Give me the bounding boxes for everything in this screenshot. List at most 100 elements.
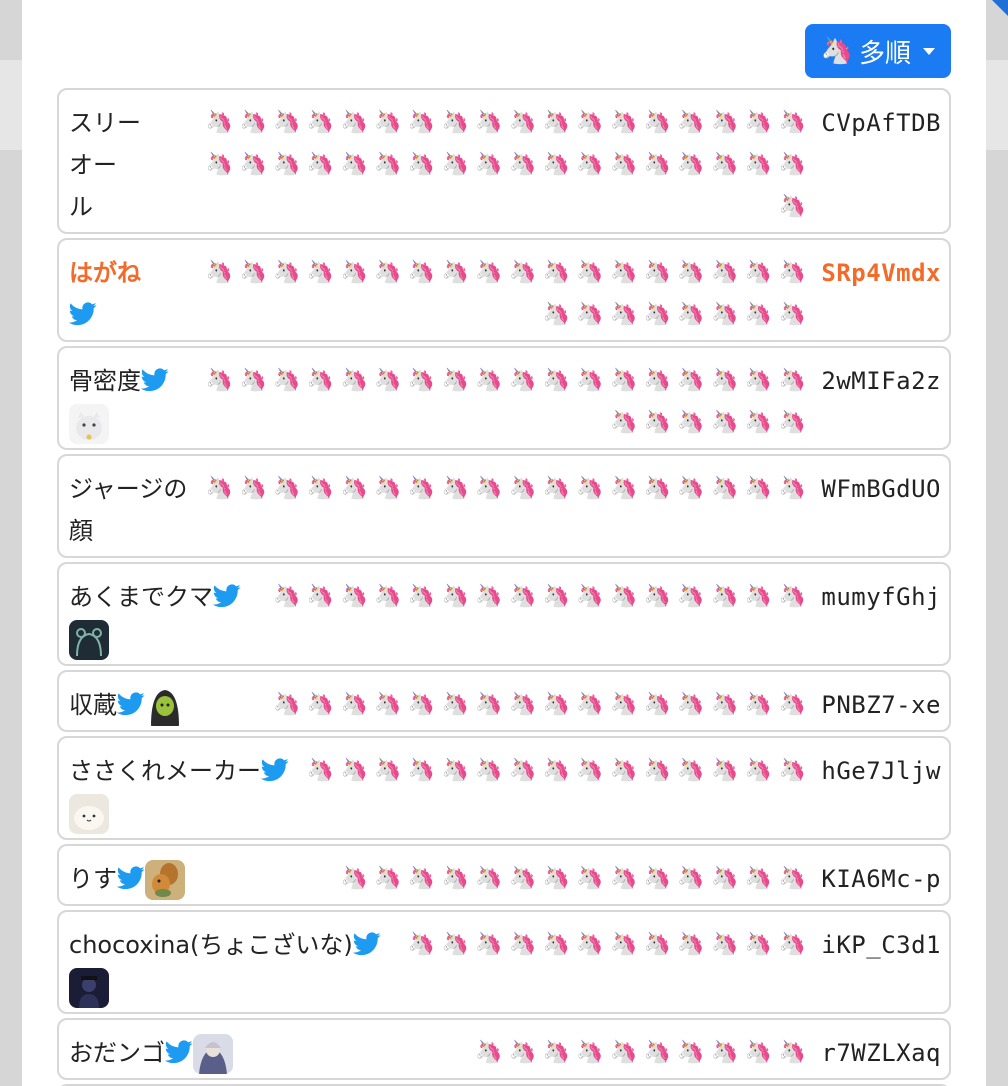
unicorn-icon: 🦄 bbox=[542, 260, 571, 285]
avatar bbox=[69, 620, 109, 660]
chevron-down-icon bbox=[923, 47, 935, 55]
unicorn-icon: 🦄 bbox=[778, 260, 806, 285]
unicorn-icon: 🦄 bbox=[441, 368, 469, 393]
unicorn-icon: 🦄 bbox=[778, 476, 806, 501]
unicorn-icon: 🦄 bbox=[273, 260, 301, 285]
unicorn-icon: 🦄 bbox=[610, 410, 638, 435]
unicorn-icon: 🦄 bbox=[441, 758, 469, 783]
unicorn-icon: 🦄 bbox=[374, 476, 402, 501]
unicorn-icon: 🦄 bbox=[711, 152, 739, 177]
user-name-line: スリー bbox=[69, 102, 141, 144]
unicorn-icon: 🦄 bbox=[744, 368, 773, 393]
unicorn-icon: 🦄 bbox=[711, 758, 739, 783]
unicorn-icon: 🦄 bbox=[677, 110, 705, 135]
unicorn-icon: 🦄 bbox=[374, 758, 402, 783]
twitter-icon[interactable] bbox=[68, 297, 97, 326]
unicorn-icon: 🦄 bbox=[744, 692, 773, 717]
unicorn-icon: 🦄 bbox=[306, 758, 335, 783]
unicorn-icon: 🦄 bbox=[576, 260, 604, 285]
unicorn-icon: 🦄 bbox=[576, 110, 604, 135]
unicorn-icon: 🦄 bbox=[407, 368, 436, 393]
unicorn-count: 🦄 🦄 🦄 🦄 🦄 🦄 🦄 🦄 🦄 🦄 bbox=[169, 1032, 809, 1074]
user-name: 骨密度 bbox=[69, 360, 169, 444]
unicorn-icon: 🦄 bbox=[677, 368, 705, 393]
unicorn-icon: 🦄 bbox=[576, 866, 604, 891]
unicorn-icon: 🦄 bbox=[677, 584, 705, 609]
user-name-line bbox=[69, 792, 289, 834]
unicorn-icon: 🦄 bbox=[542, 476, 571, 501]
unicorn-icon: 🦄 bbox=[374, 692, 402, 717]
user-name-line: ル bbox=[69, 186, 141, 228]
unicorn-icon: 🦄 bbox=[475, 584, 503, 609]
unicorn-icon: 🦄 bbox=[475, 476, 503, 501]
unicorn-icon: 🦄 bbox=[475, 110, 503, 135]
unicorn-icon: 🦄 bbox=[610, 932, 638, 957]
unicorn-count: 🦄 🦄 🦄 🦄 🦄 🦄 🦄 🦄 🦄 🦄 🦄 🦄 🦄 🦄 🦄 🦄 🦄 🦄 🦄 🦄 🦄 🦄 🦄 🦄 🦄 🦄 🦄 🦄 🦄 🦄 🦄 🦄 🦄 🦄 🦄 🦄 🦄 bbox=[169, 102, 809, 228]
unicorn-icon: 🦄 bbox=[744, 1040, 773, 1065]
unicorn-icon: 🦄 bbox=[820, 36, 853, 66]
unicorn-icon: 🦄 bbox=[340, 152, 368, 177]
unicorn-icon: 🦄 bbox=[306, 692, 335, 717]
unicorn-icon: 🦄 bbox=[306, 368, 335, 393]
unicorn-icon: 🦄 bbox=[677, 152, 705, 177]
list-item: おだンゴ 🦄 🦄 🦄 🦄 🦄 🦄 🦄 🦄 🦄 🦄 r7WZLXaq bbox=[57, 1018, 951, 1080]
user-code: KIA6Mc-p bbox=[821, 865, 941, 893]
unicorn-icon: 🦄 bbox=[273, 476, 301, 501]
user-name-text: オー bbox=[69, 151, 117, 179]
user-code: WFmBGdUO bbox=[821, 475, 941, 503]
unicorn-icon: 🦄 bbox=[508, 692, 537, 717]
unicorn-count: 🦄 🦄 🦄 🦄 🦄 🦄 🦄 🦄 🦄 🦄 🦄 🦄 🦄 🦄 bbox=[169, 858, 809, 900]
twitter-icon[interactable] bbox=[116, 687, 145, 716]
unicorn-icon: 🦄 bbox=[441, 110, 469, 135]
unicorn-icon: 🦄 bbox=[778, 692, 806, 717]
unicorn-icon: 🦄 bbox=[340, 758, 368, 783]
user-name-line: はがね bbox=[69, 252, 141, 294]
unicorn-icon: 🦄 bbox=[508, 368, 537, 393]
unicorn-icon: 🦄 bbox=[744, 110, 773, 135]
unicorn-icon: 🦄 bbox=[711, 1040, 739, 1065]
unicorn-icon: 🦄 bbox=[744, 476, 773, 501]
sort-dropdown-button[interactable]: 🦄 多順 bbox=[804, 24, 951, 78]
list-item: ジャージの顔 🦄 🦄 🦄 🦄 🦄 🦄 🦄 🦄 🦄 🦄 🦄 🦄 🦄 🦄 🦄 🦄 🦄 🦄 WFmBGdUO bbox=[57, 454, 951, 558]
unicorn-icon: 🦄 bbox=[508, 758, 537, 783]
user-code: mumyfGhj bbox=[821, 583, 941, 611]
user-code: iKP_C3d1 bbox=[821, 931, 941, 959]
user-name-text: 顔 bbox=[69, 517, 93, 545]
unicorn-icon: 🦄 bbox=[576, 692, 604, 717]
twitter-icon[interactable] bbox=[116, 861, 145, 890]
unicorn-icon: 🦄 bbox=[542, 758, 571, 783]
unicorn-icon: 🦄 bbox=[610, 110, 638, 135]
user-name-line: オー bbox=[69, 144, 141, 186]
user-name: スリー オール bbox=[69, 102, 141, 228]
unicorn-icon: 🦄 bbox=[407, 758, 436, 783]
unicorn-icon: 🦄 bbox=[711, 410, 739, 435]
unicorn-icon: 🦄 bbox=[778, 152, 806, 177]
unicorn-icon: 🦄 bbox=[744, 584, 773, 609]
list-item: 骨密度 🦄 🦄 🦄 🦄 🦄 🦄 🦄 🦄 🦄 🦄 🦄 🦄 🦄 🦄 🦄 🦄 🦄 🦄 🦄 🦄 🦄 🦄 🦄 🦄 2wMIFa2z bbox=[57, 346, 951, 450]
unicorn-icon: 🦄 bbox=[374, 260, 402, 285]
unicorn-icon: 🦄 bbox=[508, 1040, 537, 1065]
twitter-icon[interactable] bbox=[140, 363, 169, 392]
unicorn-icon: 🦄 bbox=[407, 866, 436, 891]
unicorn-icon: 🦄 bbox=[475, 692, 503, 717]
unicorn-icon: 🦄 bbox=[677, 1040, 705, 1065]
user-code: PNBZ7-xe bbox=[821, 691, 941, 719]
unicorn-icon: 🦄 bbox=[542, 1040, 571, 1065]
corner-marker bbox=[992, 0, 1008, 16]
unicorn-icon: 🦄 bbox=[273, 692, 301, 717]
unicorn-icon: 🦄 bbox=[677, 866, 705, 891]
backdrop-right bbox=[986, 60, 1008, 150]
unicorn-icon: 🦄 bbox=[374, 368, 402, 393]
unicorn-icon: 🦄 bbox=[508, 584, 537, 609]
unicorn-icon: 🦄 bbox=[407, 110, 436, 135]
avatar bbox=[69, 794, 109, 834]
unicorn-icon: 🦄 bbox=[610, 692, 638, 717]
user-name-line: 骨密度 bbox=[69, 360, 169, 402]
unicorn-count: 🦄 🦄 🦄 🦄 🦄 🦄 🦄 🦄 🦄 🦄 🦄 🦄 🦄 🦄 🦄 bbox=[169, 750, 809, 792]
list-item: はがね 🦄 🦄 🦄 🦄 🦄 🦄 🦄 🦄 🦄 🦄 🦄 🦄 🦄 🦄 🦄 🦄 🦄 🦄 🦄 🦄 🦄 🦄 🦄 🦄 🦄 🦄 SRp4Vmdx bbox=[57, 238, 951, 342]
user-name-line bbox=[69, 402, 169, 444]
unicorn-icon: 🦄 bbox=[778, 302, 806, 327]
unicorn-icon: 🦄 bbox=[340, 692, 368, 717]
user-name-line bbox=[68, 294, 141, 336]
unicorn-icon: 🦄 bbox=[306, 260, 335, 285]
